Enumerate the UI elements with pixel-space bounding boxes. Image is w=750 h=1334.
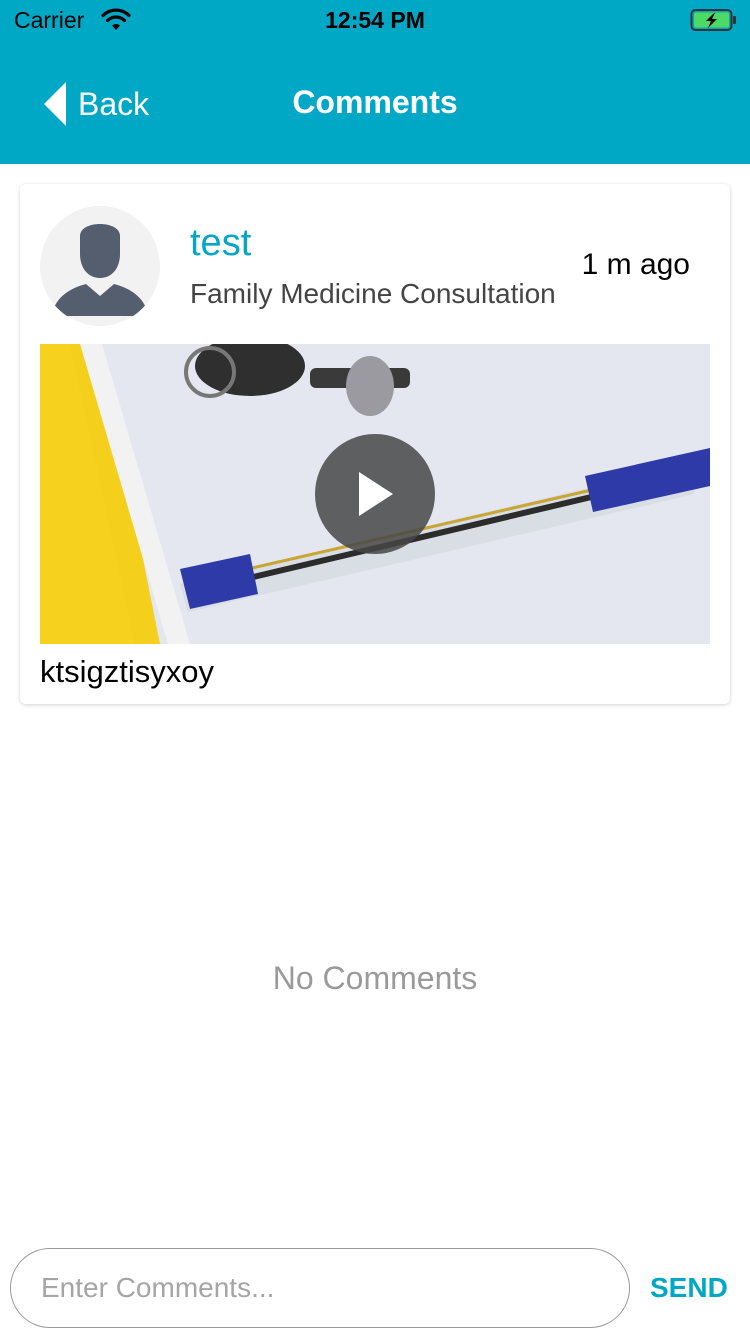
comment-input[interactable] bbox=[11, 1249, 629, 1327]
post-subtitle: Family Medicine Consultation bbox=[190, 278, 556, 309]
user-silhouette-icon bbox=[40, 206, 160, 326]
play-button[interactable] bbox=[315, 434, 435, 554]
post-card: test Family Medicine Consultation 1 m ag… bbox=[20, 184, 730, 704]
battery-charging-icon bbox=[690, 9, 736, 31]
page-title: Comments bbox=[292, 84, 458, 120]
post-author[interactable]: test bbox=[190, 222, 251, 265]
send-button[interactable]: SEND bbox=[650, 1272, 750, 1304]
clock: 12:54 PM bbox=[325, 7, 425, 33]
post-caption: ktsigztisyxoy bbox=[40, 654, 214, 689]
play-icon bbox=[359, 472, 393, 516]
status-bar: Carrier 12:54 PM bbox=[0, 0, 750, 40]
video-thumbnail[interactable] bbox=[40, 344, 710, 644]
comment-input-container[interactable] bbox=[10, 1248, 630, 1328]
avatar bbox=[40, 206, 160, 326]
no-comments-label: No Comments bbox=[272, 960, 478, 996]
post-timestamp: 1 m ago bbox=[581, 248, 690, 281]
app-header: Carrier 12:54 PM Back Comments bbox=[0, 0, 750, 164]
